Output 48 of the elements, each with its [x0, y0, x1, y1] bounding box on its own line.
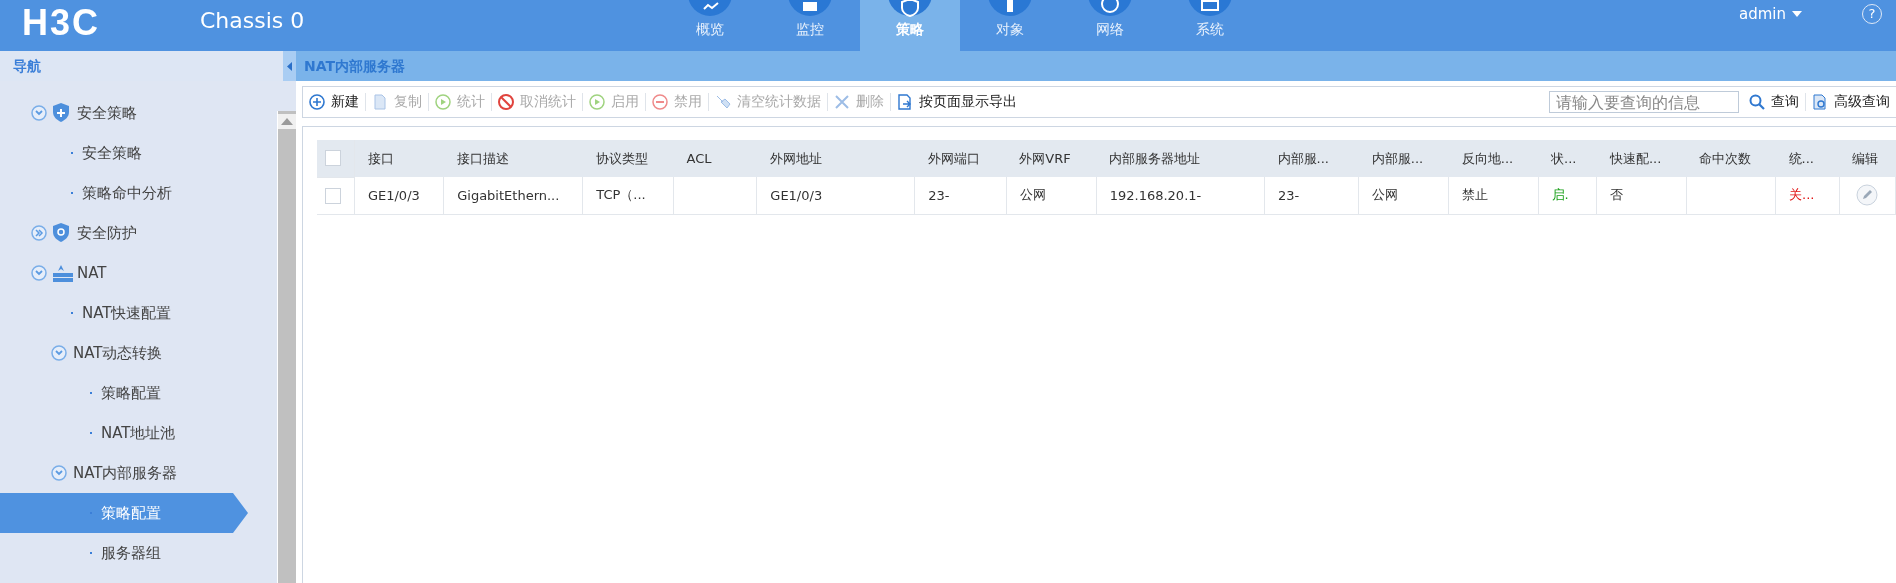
column-header[interactable]: 内部服... [1264, 140, 1359, 177]
logo: H3C [22, 3, 102, 43]
table-cell: TCP（... [582, 177, 674, 214]
tree-item[interactable]: NAT [0, 253, 277, 293]
tree-item[interactable]: 策略命中分析 [0, 173, 277, 213]
table-cell: GigabitEthern... [443, 177, 583, 214]
search-button[interactable]: 查询 [1743, 88, 1805, 116]
column-header[interactable]: 命中次数 [1686, 140, 1776, 177]
table-cell: 禁止 [1448, 177, 1538, 214]
table-cell: 否 [1596, 177, 1687, 214]
column-header[interactable]: 协议类型 [582, 140, 674, 177]
table-cell: 公网 [1006, 177, 1097, 214]
column-header[interactable]: 状... [1538, 140, 1597, 177]
tree-item[interactable]: 安全策略 [0, 133, 277, 173]
tree-item[interactable]: NAT内部服务器 [0, 453, 277, 493]
table-cell: 公网 [1358, 177, 1449, 214]
table-cell: GE1/0/3 [756, 177, 915, 214]
table-cell: 23- [1264, 177, 1359, 214]
column-header[interactable]: 内部服... [1358, 140, 1449, 177]
table-cell: 192.168.20.1- [1096, 177, 1265, 214]
advanced-search-button[interactable]: 高级查询 [1806, 88, 1896, 116]
column-header[interactable]: 编辑 [1839, 140, 1896, 177]
search-field[interactable]: 请输入要查询的信息 [1549, 91, 1739, 113]
tree-item[interactable]: 策略配置 [0, 373, 277, 413]
tree-item[interactable]: NAT动态转换 [0, 333, 277, 373]
table-cell: 23- [914, 177, 1007, 214]
column-header[interactable]: ACL [673, 140, 757, 177]
column-header[interactable]: 快速配... [1596, 140, 1687, 177]
tree-item[interactable]: 服务器组 [0, 533, 277, 573]
tree-item[interactable]: 安全策略 [0, 93, 277, 133]
column-header[interactable]: 外网地址 [756, 140, 915, 177]
tree-item[interactable]: 安全防护 [0, 213, 277, 253]
toolbar-button[interactable]: 按页面显示导出 [891, 88, 1023, 116]
tree-item[interactable]: NAT快速配置 [0, 293, 277, 333]
device-name: Chassis 0 [200, 8, 306, 34]
column-header[interactable]: 接口 [354, 140, 444, 177]
column-header[interactable]: 接口描述 [443, 140, 583, 177]
column-header[interactable]: 外网端口 [914, 140, 1007, 177]
column-header[interactable]: 内部服务器地址 [1096, 140, 1265, 177]
status-text: 启. [1551, 187, 1569, 203]
column-header[interactable]: 外网VRF [1006, 140, 1097, 177]
table-cell: GE1/0/3 [354, 177, 444, 214]
status-text: 关... [1789, 187, 1815, 203]
column-header[interactable]: 反向地... [1448, 140, 1538, 177]
toolbar-button[interactable]: 新建 [303, 88, 365, 116]
column-header[interactable]: 统... [1775, 140, 1840, 177]
page-title: NAT内部服务器 [296, 51, 1896, 81]
tree-item[interactable]: NAT地址池 [0, 413, 277, 453]
